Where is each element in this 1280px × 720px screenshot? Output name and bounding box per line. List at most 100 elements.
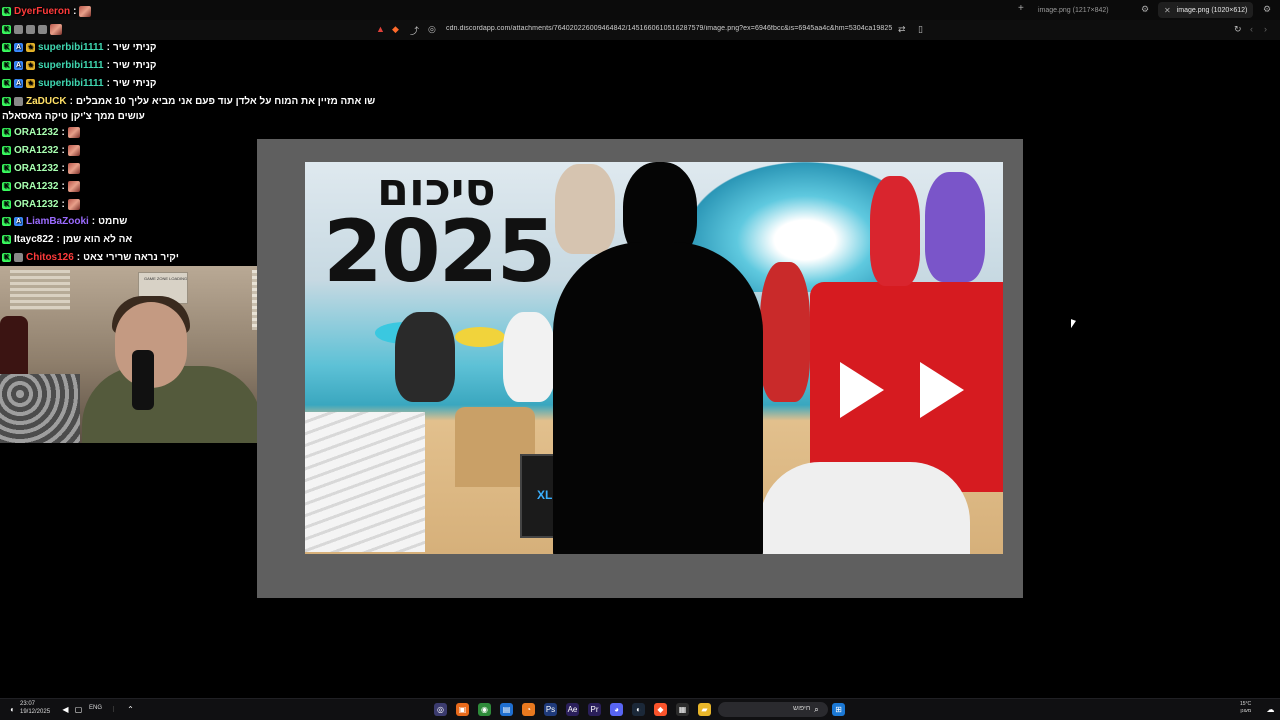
badge-icon: ★ bbox=[26, 60, 35, 70]
tab-image-1[interactable]: image.png (1217×842) bbox=[1032, 2, 1115, 18]
steam-icon[interactable]: ◐ bbox=[632, 703, 645, 716]
tab-label: image.png (1217×842) bbox=[1038, 6, 1109, 14]
badge-icon bbox=[38, 24, 47, 34]
chevron-up-icon[interactable]: ⌃ bbox=[124, 703, 137, 716]
chat-text: יקיר נראה שרירי צאט bbox=[83, 251, 179, 263]
chat-text: שו אתה מזיין את המוח על אלדן עוד פעם אני… bbox=[75, 95, 376, 107]
mic-icon[interactable]: ⁝ bbox=[107, 703, 120, 716]
weather-widget[interactable]: 15°C מעונן bbox=[1240, 701, 1251, 715]
webcam-window-blinds bbox=[10, 270, 70, 310]
alert-icon[interactable]: ▲ bbox=[376, 24, 385, 34]
chrome-icon[interactable]: ◉ bbox=[478, 703, 491, 716]
youtube-play-block bbox=[810, 282, 1003, 492]
extensions-icon[interactable]: ⚙ bbox=[1263, 4, 1271, 15]
forward-icon[interactable]: › bbox=[1264, 24, 1267, 34]
close-icon[interactable]: ✕ bbox=[1164, 6, 1171, 15]
badge-icon: K bbox=[2, 78, 11, 88]
discord-icon[interactable]: ◕ bbox=[610, 703, 623, 716]
emote-icon bbox=[50, 23, 62, 35]
badge-icon: K bbox=[2, 145, 11, 155]
cloud-icon: ☁ bbox=[1266, 705, 1275, 714]
chat-text: עושים ממך צ'יקן טיקה מאסאלה bbox=[2, 110, 145, 122]
badge-icon bbox=[14, 24, 23, 34]
app-icon[interactable]: ▣ bbox=[456, 703, 469, 716]
chat-username: Chitos126 bbox=[26, 251, 74, 263]
thumbnail-title-year: 2025 bbox=[323, 202, 556, 302]
translate-icon[interactable]: ⇄ bbox=[898, 24, 906, 35]
badge-icon: K bbox=[2, 181, 11, 191]
emote-icon bbox=[67, 198, 80, 210]
new-tab-button[interactable]: + bbox=[1018, 3, 1024, 14]
person-figure bbox=[925, 172, 985, 282]
chat-username: superbibi1111 bbox=[38, 41, 104, 53]
chat-username: ORA1232 bbox=[14, 198, 59, 210]
clock-date: 19/12/2025 bbox=[20, 709, 51, 715]
chat-username: LiamBaZooki bbox=[26, 215, 89, 227]
url-text[interactable]: cdn.discordapp.com/attachments/764020226… bbox=[446, 25, 892, 32]
emote-icon bbox=[67, 126, 80, 138]
chat-message: K A LiamBaZooki : שחמט bbox=[2, 215, 128, 227]
chat-text: שחמט bbox=[98, 215, 128, 227]
person-figure bbox=[760, 262, 810, 402]
person-figure bbox=[870, 176, 920, 286]
volume-icon[interactable]: ◀ bbox=[59, 703, 72, 716]
badge-icon: ★ bbox=[26, 78, 35, 88]
tab-image-2[interactable]: ✕ image.png (1020×612) bbox=[1158, 2, 1254, 18]
chat-message: K bbox=[2, 21, 62, 37]
mouse-cursor bbox=[1071, 319, 1076, 330]
clock[interactable]: 23:07 19/12/2025 bbox=[20, 700, 50, 716]
search-placeholder: חיפוש bbox=[793, 705, 811, 712]
chat-username: ORA1232 bbox=[14, 144, 59, 156]
weather-desc: מעונן bbox=[1240, 708, 1252, 714]
photoshop-icon[interactable]: Ps bbox=[544, 703, 557, 716]
network-icon[interactable]: ▢ bbox=[72, 703, 85, 716]
webcam-screen-text: GAME ZONE LOADING bbox=[144, 276, 188, 281]
chat-message: K ZaDUCK : שו אתה מזיין את המוח על אלדן … bbox=[2, 95, 376, 107]
back-icon[interactable]: ‹ bbox=[1250, 24, 1253, 34]
chat-text: קניתי שיר bbox=[112, 59, 157, 71]
badge-icon: K bbox=[2, 24, 11, 34]
chat-username: ORA1232 bbox=[14, 180, 59, 192]
emote-icon bbox=[67, 144, 80, 156]
bookmark-icon[interactable]: ▯ bbox=[918, 24, 923, 35]
language-indicator[interactable]: ENG bbox=[89, 705, 102, 711]
file-explorer-icon[interactable]: ▰ bbox=[698, 703, 711, 716]
reload-icon[interactable]: ↻ bbox=[1234, 24, 1242, 35]
chat-username: superbibi1111 bbox=[38, 77, 104, 89]
badge-icon: K bbox=[2, 96, 11, 106]
youtube-thumbnail-image[interactable]: סיכום 2025 XL bbox=[305, 162, 1003, 554]
pool-float bbox=[455, 327, 505, 347]
emote-icon bbox=[67, 180, 80, 192]
chat-username: DyerFueron bbox=[14, 5, 71, 17]
settings-icon[interactable]: ⚙ bbox=[1141, 4, 1149, 15]
chat-message: K A ★ superbibi1111 : קניתי שיר bbox=[2, 59, 157, 71]
chat-message: K Itayc822 : אה לא הוא שמן bbox=[2, 233, 133, 245]
microphone-icon bbox=[132, 350, 154, 410]
badge-icon: A bbox=[14, 78, 23, 88]
brave-shield-icon[interactable]: ◆ bbox=[392, 24, 399, 35]
search-icon[interactable]: ⌕ bbox=[810, 703, 823, 716]
badge-icon: K bbox=[2, 234, 11, 244]
person-figure bbox=[555, 164, 615, 254]
app-icon[interactable]: ◎ bbox=[434, 703, 447, 716]
after-effects-icon[interactable]: Ae bbox=[566, 703, 579, 716]
brave-icon[interactable]: ◆ bbox=[654, 703, 667, 716]
premiere-icon[interactable]: Pr bbox=[588, 703, 601, 716]
chat-message: K Chitos126 : יקיר נראה שרירי צאט bbox=[2, 251, 179, 263]
notification-icon[interactable]: ◐ bbox=[6, 703, 19, 716]
chat-message: K ORA1232 : bbox=[2, 196, 80, 212]
notes-icon[interactable]: ▤ bbox=[500, 703, 513, 716]
site-info-icon[interactable]: ◎ bbox=[428, 24, 436, 35]
emote-icon bbox=[79, 5, 92, 17]
badge-icon: K bbox=[2, 60, 11, 70]
chat-text: קניתי שיר bbox=[112, 41, 157, 53]
chat-username: ORA1232 bbox=[14, 162, 59, 174]
blender-icon[interactable]: ◔ bbox=[522, 703, 535, 716]
calculator-icon[interactable]: ▦ bbox=[676, 703, 689, 716]
chat-text: קניתי שיר bbox=[112, 77, 157, 89]
share-icon[interactable]: ⤴ bbox=[410, 24, 419, 37]
emote-icon bbox=[67, 162, 80, 174]
chat-text: אה לא הוא שמן bbox=[62, 233, 133, 245]
windows-start-icon[interactable]: ⊞ bbox=[832, 703, 845, 716]
badge-icon: K bbox=[2, 199, 11, 209]
